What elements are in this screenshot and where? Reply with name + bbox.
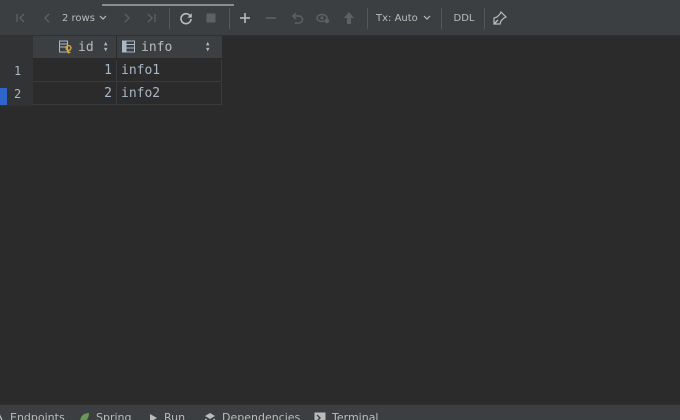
- pin-icon: [493, 11, 507, 25]
- tool-tab-label: Terminal: [332, 411, 379, 420]
- ddl-button[interactable]: DDL: [449, 8, 479, 28]
- delete-row-button[interactable]: [262, 8, 280, 28]
- toolbar-separator: [484, 8, 485, 29]
- previous-page-button[interactable]: [38, 8, 56, 28]
- first-page-icon: [16, 13, 25, 23]
- results-toolbar: 2 rows Tx: Auto DDL: [0, 0, 680, 36]
- tool-tab-spring[interactable]: Spring: [78, 411, 132, 420]
- table-row[interactable]: 2 info2: [33, 83, 222, 106]
- table-cell-id[interactable]: 1: [33, 60, 117, 82]
- tool-tab-terminal[interactable]: Terminal: [314, 411, 379, 420]
- toolbar-separator: [229, 8, 230, 29]
- primary-key-column-icon: [59, 40, 72, 54]
- table-row[interactable]: 1 info1: [33, 60, 222, 83]
- last-page-button[interactable]: [142, 8, 160, 28]
- run-icon: [150, 413, 157, 420]
- chevron-down-icon: [423, 15, 431, 20]
- table-cell-id[interactable]: 2: [33, 83, 117, 105]
- chevron-left-icon: [44, 13, 50, 23]
- transaction-mode-dropdown[interactable]: Tx: Auto: [376, 8, 434, 28]
- spring-icon: [80, 412, 89, 420]
- column-header-label: info: [141, 40, 173, 55]
- tool-tab-label: Spring: [96, 411, 132, 420]
- endpoints-icon: [0, 414, 3, 420]
- gutter-header: [0, 36, 33, 58]
- tool-window-bar: Endpoints Spring Run Dependencies Termin…: [0, 404, 680, 420]
- page-size-dropdown[interactable]: 2 rows: [62, 8, 112, 28]
- preview-changes-button[interactable]: [314, 8, 332, 28]
- arrow-up-icon: [344, 12, 354, 24]
- minus-icon: [266, 17, 276, 19]
- tool-tab-label: Dependencies: [222, 411, 301, 420]
- column-header-row: id ▴ ▾ info ▴ ▾: [33, 36, 222, 59]
- chevron-right-icon: [124, 13, 130, 23]
- tool-tab-label: Endpoints: [10, 411, 65, 420]
- plus-icon: [240, 13, 250, 23]
- column-header-info[interactable]: info ▴ ▾: [117, 36, 222, 59]
- next-page-button[interactable]: [118, 8, 136, 28]
- sort-arrows-icon[interactable]: ▴ ▾: [205, 40, 210, 55]
- tool-tab-label: Run: [164, 411, 186, 420]
- transaction-mode-label: Tx: Auto: [376, 12, 418, 24]
- column-header-id[interactable]: id ▴ ▾: [33, 36, 117, 59]
- refresh-button[interactable]: [176, 8, 196, 28]
- stop-icon: [206, 13, 216, 23]
- revert-button[interactable]: [288, 8, 306, 28]
- loading-indicator: [102, 4, 234, 6]
- row-number[interactable]: 1: [0, 60, 33, 82]
- dependencies-icon: [204, 412, 216, 420]
- column-icon: [122, 40, 135, 53]
- table-cell-info[interactable]: info2: [117, 83, 222, 105]
- current-row-marker: [0, 88, 7, 105]
- preview-eye-icon: [316, 13, 330, 24]
- tool-tab-dependencies[interactable]: Dependencies: [204, 411, 300, 420]
- column-header-label: id: [78, 40, 94, 55]
- tool-tab-endpoints[interactable]: Endpoints: [0, 411, 65, 420]
- stop-button[interactable]: [202, 8, 220, 28]
- rows-count-label: 2 rows: [62, 12, 95, 24]
- sort-arrows-icon[interactable]: ▴ ▾: [103, 40, 108, 55]
- toolbar-separator: [367, 8, 368, 29]
- ddl-label: DDL: [453, 12, 475, 24]
- toolbar-separator: [169, 8, 170, 29]
- last-page-icon: [147, 13, 156, 23]
- refresh-icon: [180, 12, 192, 25]
- pin-tab-button[interactable]: [490, 8, 510, 28]
- submit-button[interactable]: [340, 8, 358, 28]
- undo-icon: [291, 12, 304, 24]
- terminal-icon: [314, 412, 326, 420]
- add-row-button[interactable]: [236, 8, 254, 28]
- first-page-button[interactable]: [12, 8, 30, 28]
- chevron-down-icon: [99, 15, 107, 20]
- tool-tab-run[interactable]: Run: [148, 411, 185, 420]
- table-cell-info[interactable]: info1: [117, 60, 222, 82]
- toolbar-separator: [441, 8, 442, 29]
